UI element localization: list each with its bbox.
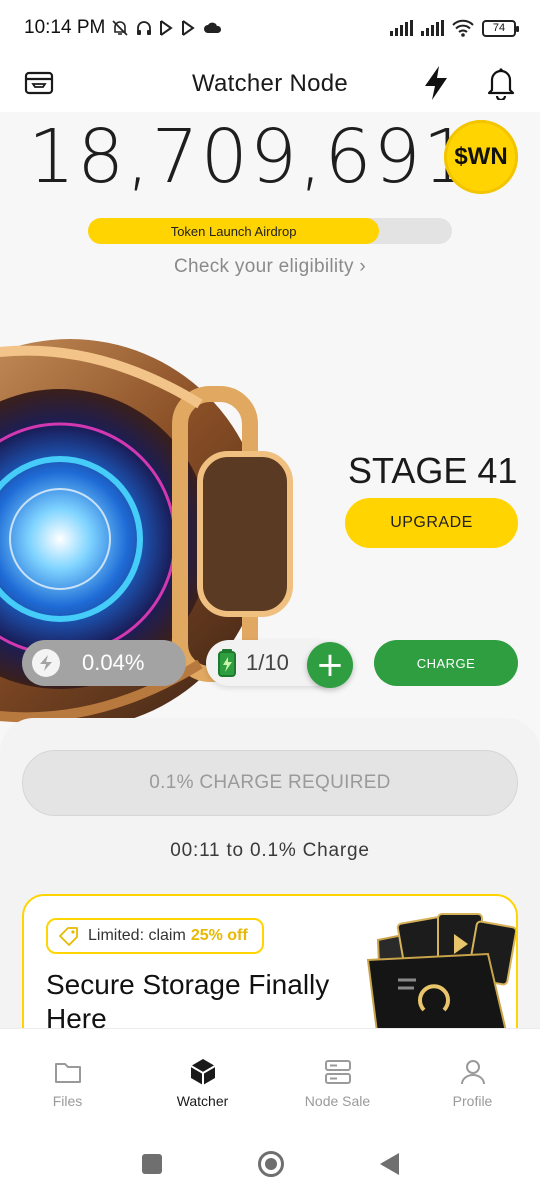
token-coin-icon: $WN xyxy=(444,120,518,194)
app-icon xyxy=(160,20,174,36)
charges-count: 1/10 xyxy=(246,650,289,675)
charge-percentage: 0.04% xyxy=(82,650,145,675)
main-content: 18,709,691 $WN Token Launch Airdrop Chec… xyxy=(0,112,540,1028)
user-icon xyxy=(460,1060,485,1085)
headset-icon xyxy=(137,21,152,35)
back-button[interactable] xyxy=(379,1153,399,1175)
battery-icon: 74 xyxy=(482,19,519,37)
page-title: Watcher Node xyxy=(191,70,349,97)
wifi-icon xyxy=(452,19,474,37)
cloud-icon xyxy=(204,22,222,33)
signal-icon xyxy=(421,20,444,36)
bell-icon[interactable] xyxy=(486,66,516,100)
home-button[interactable] xyxy=(257,1151,284,1177)
nav-label: Profile xyxy=(452,1093,493,1109)
charge-sheet: 0.1% CHARGE REQUIRED 00:11 to 0.1% Charg… xyxy=(0,718,540,1028)
bottom-navigation: Files Watcher Node Sale Profile xyxy=(0,1028,540,1128)
airdrop-label: Token Launch Airdrop xyxy=(170,223,297,239)
app-icon xyxy=(182,20,196,36)
nav-item-profile[interactable]: Profile xyxy=(405,1029,540,1128)
charge-timer: 00:11 to 0.1% Charge xyxy=(170,840,370,861)
eligibility-link[interactable]: Check your eligibility › xyxy=(0,256,540,278)
charge-required-button[interactable]: 0.1% CHARGE REQUIRED xyxy=(22,750,518,816)
promo-badge-text: Limited: claim xyxy=(88,927,186,944)
upgrade-button[interactable]: UPGRADE xyxy=(345,498,518,548)
nav-label: Watcher xyxy=(176,1093,229,1109)
bell-off-icon xyxy=(112,20,128,36)
system-navigation xyxy=(0,1128,540,1200)
add-charge-button[interactable]: + xyxy=(307,642,353,688)
promo-badge: Limited: claim 25% off xyxy=(46,918,264,954)
nav-item-node-sale[interactable]: Node Sale xyxy=(270,1029,405,1128)
nav-label: Node Sale xyxy=(304,1093,371,1109)
cube-icon xyxy=(189,1059,216,1085)
airdrop-progress-fill: Token Launch Airdrop xyxy=(88,218,380,244)
status-bar: 10:14 PM 74 xyxy=(0,0,540,56)
bolt-icon xyxy=(32,649,60,677)
storage-files-illustration xyxy=(366,913,516,1028)
app-bar: Watcher Node xyxy=(0,56,540,112)
airdrop-progress[interactable]: Token Launch Airdrop xyxy=(88,218,452,244)
nav-label: Files xyxy=(52,1093,83,1109)
charge-button[interactable]: CHARGE xyxy=(374,640,518,686)
charge-percentage-pill: 0.04% xyxy=(22,640,186,686)
notification-icons xyxy=(111,19,223,37)
nav-item-watcher[interactable]: Watcher xyxy=(135,1029,270,1128)
tag-icon xyxy=(59,927,78,946)
promo-title: Secure Storage Finally Here xyxy=(46,969,330,1028)
recents-button[interactable] xyxy=(141,1154,162,1174)
promo-card[interactable]: Limited: claim 25% off Secure Storage Fi… xyxy=(22,894,518,1028)
nav-item-files[interactable]: Files xyxy=(0,1029,135,1128)
system-indicators: 74 xyxy=(390,19,519,37)
folder-icon xyxy=(54,1063,81,1083)
wallet-icon[interactable] xyxy=(24,68,54,98)
battery-icon xyxy=(218,649,236,677)
token-balance: 18,709,691 xyxy=(28,114,472,200)
promo-discount: 25% off xyxy=(190,927,248,944)
token-symbol: $WN xyxy=(454,143,508,170)
signal-icon xyxy=(390,20,413,36)
server-icon xyxy=(324,1060,351,1084)
status-time: 10:14 PM xyxy=(24,17,106,38)
bolt-icon[interactable] xyxy=(420,64,452,102)
stage-label: STAGE 41 xyxy=(348,450,518,491)
